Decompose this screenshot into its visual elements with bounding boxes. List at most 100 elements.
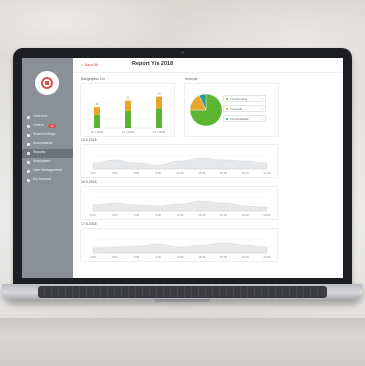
x-tick-label: 24:00 (264, 171, 271, 175)
pie-chart-card: Y/s Incoming › Y/s costs › Y/s worldwide › (184, 83, 279, 137)
camera-icon (181, 51, 184, 54)
sidebar-item-label: Shareholdings (33, 132, 56, 136)
nav-item-icon (27, 125, 30, 128)
x-tick-label: 21:00 (242, 171, 249, 175)
bar (156, 108, 162, 128)
bar (156, 96, 162, 109)
bar-chart-card: 16 10.7.2018 21 10.7.2018 24 10.7.2018 (80, 83, 175, 137)
legend-select[interactable]: Y/s worldwide › (223, 115, 266, 122)
area-chart-label: 17.5.2018 (81, 222, 97, 226)
x-tick-label: 6:00 (134, 255, 140, 259)
x-tick-label: 3:00 (112, 213, 118, 217)
nav-item-icon (27, 143, 30, 146)
sidebar-item-label: My Account (33, 177, 52, 181)
bar-data-label: 21 (126, 96, 130, 100)
bar (125, 111, 131, 128)
logo[interactable] (35, 71, 59, 95)
area-chart-label: 15.5.2018 (81, 138, 97, 142)
sidebar-item-label: Reports (33, 150, 46, 154)
sidebar-item[interactable]: My Account (22, 176, 73, 185)
legend-label: Y/s Incoming (230, 97, 248, 101)
sidebar-item[interactable]: Employees (22, 158, 73, 167)
sidebar: Overview Orders 10 Shareholdings Accountants… (22, 58, 73, 278)
sidebar-item[interactable]: Overview (22, 113, 73, 122)
area-chart: 0:00 3:00 6:00 9:00 12:00 15:00 18:00 21:00 24:0… (90, 239, 271, 259)
sidebar-item-label: Accountants (33, 141, 53, 145)
legend-swatch (226, 108, 228, 110)
back-link[interactable]: < Back/Bi (81, 62, 98, 67)
x-tick-label: 12:00 (177, 255, 184, 259)
legend-swatch (226, 118, 228, 120)
area-chart-card: 0:00 3:00 6:00 9:00 12:00 15:00 18:00 21:00 24:0… (80, 144, 278, 178)
area-chart-label: 16.5.2018 (81, 180, 97, 184)
sidebar-item[interactable]: Orders 10 (22, 122, 73, 131)
x-tick-label: 18:00 (220, 171, 227, 175)
chevron-down-icon: › (261, 96, 263, 101)
sidebar-item-label: Overview (33, 114, 48, 118)
page-header: < Back/Bi Report Y/s 2018 (73, 58, 343, 73)
bar-data-label: 16 (95, 102, 99, 106)
x-tick-label: 21:00 (242, 255, 249, 259)
bar (94, 114, 100, 128)
x-tick-label: 15:00 (198, 171, 205, 175)
pie-panel-title: Item/pie (185, 77, 198, 81)
area-series (92, 242, 268, 254)
sidebar-item-label: Orders (33, 123, 44, 127)
x-tick-label: 0:00 (90, 255, 96, 259)
x-tick-label: 6:00 (134, 171, 140, 175)
pie-chart (189, 93, 223, 127)
bar (125, 100, 131, 111)
logo-mark-icon (41, 77, 53, 89)
x-tick-label: 24:00 (264, 255, 271, 259)
sidebar-item[interactable]: Reports (22, 149, 73, 158)
x-tick-label: 18:00 (220, 213, 227, 217)
area-series (92, 157, 268, 170)
area-series (92, 200, 268, 212)
sidebar-item-label: User Management (33, 168, 62, 172)
chevron-down-icon: › (261, 106, 263, 111)
x-tick-label: 12:00 (177, 171, 184, 175)
x-tick-label: 21:00 (242, 213, 249, 217)
laptop-screen: Overview Orders 10 Shareholdings Accountants… (22, 58, 343, 278)
legend-select[interactable]: Y/s Incoming › (223, 95, 266, 102)
x-tick-label: 10.7.2018 (153, 130, 166, 134)
x-tick-label: 9:00 (156, 213, 162, 217)
sidebar-item[interactable]: Accountants (22, 140, 73, 149)
nav-item-icon (27, 170, 30, 173)
notification-badge: 10 (48, 124, 56, 128)
sidebar-item-label: Employees (33, 159, 51, 163)
x-tick-label: 18:00 (220, 255, 227, 259)
chevron-down-icon: › (261, 116, 263, 121)
x-tick-label: 0:00 (90, 213, 96, 217)
legend-swatch (226, 98, 228, 100)
x-tick-label: 12:00 (177, 213, 184, 217)
x-tick-label: 24:00 (264, 213, 271, 217)
legend-label: Y/s worldwide (230, 117, 249, 121)
bar-data-label: 24 (157, 92, 161, 96)
sidebar-item[interactable]: Shareholdings (22, 131, 73, 140)
x-tick-label: 9:00 (156, 171, 162, 175)
nav-item-icon (27, 161, 30, 164)
legend-label: Y/s costs (230, 107, 243, 111)
keyboard (38, 286, 327, 298)
x-tick-label: 6:00 (134, 213, 140, 217)
bar-chart: 16 10.7.2018 21 10.7.2018 24 10.7.2018 (87, 92, 168, 134)
nav-item-icon (27, 116, 30, 119)
area-chart: 0:00 3:00 6:00 9:00 12:00 15:00 18:00 21:00 24:0… (90, 197, 271, 217)
laptop-lid: Overview Orders 10 Shareholdings Accountants… (13, 48, 352, 286)
area-chart-card: 0:00 3:00 6:00 9:00 12:00 15:00 18:00 21:00 24:0… (80, 228, 278, 262)
bar (94, 107, 100, 115)
x-tick-label: 3:00 (112, 255, 118, 259)
bar-panel-title: Bar/graphic 1/4 (81, 77, 105, 81)
x-tick-label: 0:00 (90, 171, 96, 175)
nav-item-icon (27, 134, 30, 137)
desk-surface (0, 318, 365, 366)
lid-notch (154, 299, 210, 302)
x-tick-label: 15:00 (198, 213, 205, 217)
x-tick-label: 3:00 (112, 171, 118, 175)
x-tick-label: 10.7.2018 (91, 130, 104, 134)
x-tick-label: 9:00 (156, 255, 162, 259)
legend-select[interactable]: Y/s costs › (223, 105, 266, 112)
area-chart-card: 0:00 3:00 6:00 9:00 12:00 15:00 18:00 21:00 24:0… (80, 186, 278, 220)
sidebar-item[interactable]: User Management (22, 167, 73, 176)
